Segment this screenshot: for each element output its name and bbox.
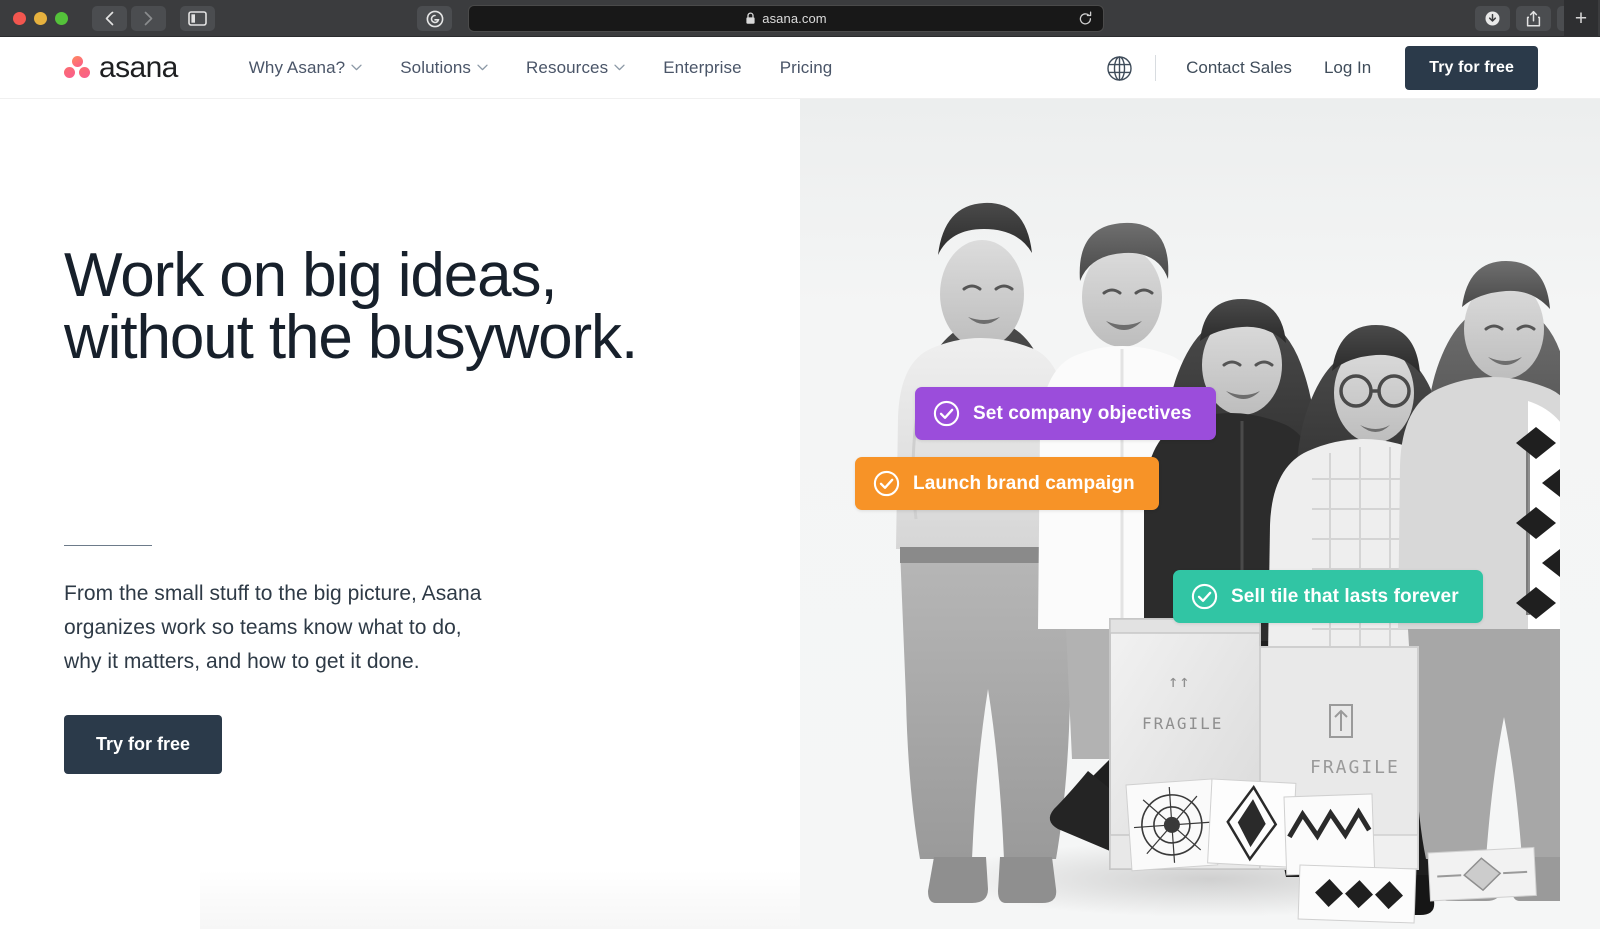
globe-icon bbox=[1107, 55, 1132, 81]
window-controls bbox=[13, 11, 68, 25]
task-chip-label: Set company objectives bbox=[973, 402, 1192, 424]
nav-label: Resources bbox=[526, 57, 609, 77]
grammarly-g-icon bbox=[426, 10, 443, 27]
section-bottom-shadow bbox=[200, 869, 800, 929]
hero-copy-panel: Work on big ideas, without the busywork.… bbox=[0, 99, 800, 929]
logo-dot-top bbox=[71, 55, 83, 67]
address-bar[interactable]: asana.com bbox=[468, 5, 1104, 32]
hero-subcopy: From the small stuff to the big picture,… bbox=[64, 582, 482, 674]
task-chip-launch-brand-campaign[interactable]: Launch brand campaign bbox=[855, 457, 1159, 510]
nav-item-pricing[interactable]: Pricing bbox=[761, 58, 852, 78]
sidebar-toggle-icon bbox=[188, 10, 207, 26]
task-chip-label: Launch brand campaign bbox=[913, 472, 1135, 494]
share-button[interactable] bbox=[1516, 6, 1551, 31]
nav-item-solutions[interactable]: Solutions bbox=[381, 58, 507, 78]
browser-chrome: asana.com + bbox=[0, 0, 1600, 37]
url-text: asana.com bbox=[762, 11, 827, 26]
svg-text:FRAGILE: FRAGILE bbox=[1142, 714, 1223, 733]
task-chip-set-company-objectives[interactable]: Set company objectives bbox=[915, 387, 1216, 440]
task-chip-sell-tile-that-lasts-forever[interactable]: Sell tile that lasts forever bbox=[1173, 570, 1483, 623]
header-right-actions: Contact Sales Log In Try for free bbox=[1088, 37, 1538, 99]
nav-label: Why Asana? bbox=[248, 57, 346, 77]
try-for-free-hero-button[interactable]: Try for free bbox=[64, 715, 223, 774]
minimize-window-button[interactable] bbox=[34, 11, 47, 25]
nav-label: Pricing bbox=[779, 57, 833, 77]
divider-rule bbox=[64, 545, 152, 546]
new-tab-button[interactable]: + bbox=[1564, 0, 1598, 37]
chevron-down-icon bbox=[351, 64, 362, 71]
forward-button[interactable] bbox=[131, 5, 166, 31]
chevron-down-icon bbox=[477, 64, 488, 71]
svg-text:FRAGILE: FRAGILE bbox=[1310, 757, 1400, 778]
team-photo-illustration: ↑↑ FRAGILE FRAGILE bbox=[896, 202, 1560, 924]
language-selector[interactable] bbox=[1088, 55, 1151, 82]
reload-icon[interactable] bbox=[1078, 11, 1093, 27]
back-chevron-icon bbox=[105, 11, 114, 25]
nav-item-why-asana[interactable]: Why Asana? bbox=[230, 58, 381, 78]
back-button[interactable] bbox=[92, 5, 127, 31]
asana-wordmark: asana bbox=[99, 50, 178, 84]
asana-logo[interactable]: asana bbox=[64, 51, 178, 85]
hero-section: Work on big ideas, without the busywork.… bbox=[0, 99, 1600, 929]
logo-dot-bottom-right bbox=[79, 66, 90, 78]
header-divider bbox=[1155, 55, 1157, 81]
log-in-link[interactable]: Log In bbox=[1308, 58, 1387, 78]
grammarly-extension-button[interactable] bbox=[417, 6, 452, 31]
forward-chevron-icon bbox=[144, 11, 153, 25]
web-page: asana Why Asana? Solutions Resources Ent… bbox=[0, 37, 1600, 929]
hero-photo: ↑↑ FRAGILE FRAGILE bbox=[800, 99, 1600, 929]
chevron-down-icon bbox=[614, 64, 625, 71]
address-bar-content: asana.com bbox=[745, 11, 827, 26]
contact-sales-link[interactable]: Contact Sales bbox=[1170, 58, 1308, 78]
nav-item-enterprise[interactable]: Enterprise bbox=[644, 58, 760, 78]
page-title: Work on big ideas, without the busywork. bbox=[64, 241, 638, 372]
task-chip-label: Sell tile that lasts forever bbox=[1231, 585, 1459, 607]
share-icon bbox=[1526, 10, 1541, 27]
sidebar-toggle-button[interactable] bbox=[180, 5, 215, 31]
lock-icon bbox=[746, 12, 755, 24]
nav-label: Enterprise bbox=[663, 57, 742, 77]
browser-navigation-buttons bbox=[92, 5, 166, 31]
asana-logo-mark-icon bbox=[64, 55, 90, 80]
svg-text:↑↑: ↑↑ bbox=[1168, 672, 1190, 692]
close-window-button[interactable] bbox=[13, 11, 26, 25]
primary-navigation: Why Asana? Solutions Resources Enterpris… bbox=[230, 58, 852, 78]
check-circle-icon bbox=[1191, 583, 1218, 610]
browser-toolbar-right: + bbox=[1475, 0, 1598, 37]
downloads-button[interactable] bbox=[1475, 6, 1510, 31]
check-circle-icon bbox=[873, 470, 900, 497]
maximize-window-button[interactable] bbox=[55, 11, 68, 25]
check-circle-icon bbox=[933, 400, 960, 427]
try-for-free-header-button[interactable]: Try for free bbox=[1405, 46, 1538, 90]
site-header: asana Why Asana? Solutions Resources Ent… bbox=[0, 37, 1600, 99]
download-icon bbox=[1485, 11, 1500, 26]
hero-image-panel: ↑↑ FRAGILE FRAGILE Set company objective… bbox=[800, 99, 1600, 929]
nav-item-resources[interactable]: Resources bbox=[507, 58, 644, 78]
logo-dot-bottom-left bbox=[64, 66, 75, 78]
nav-label: Solutions bbox=[400, 57, 472, 77]
